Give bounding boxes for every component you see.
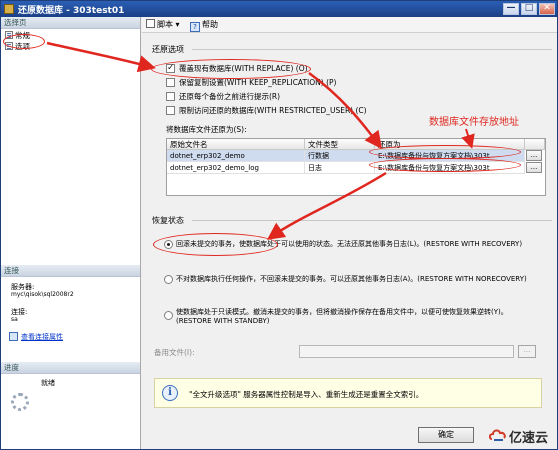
divider	[192, 220, 552, 221]
minimize-button[interactable]: —	[503, 3, 519, 15]
standby-file-label: 备用文件(I):	[154, 348, 195, 357]
chevron-down-icon: ▾	[175, 20, 180, 29]
row2-type[interactable]: 日志	[305, 162, 375, 174]
row1-browse-button[interactable]: ...	[526, 150, 542, 161]
standby-browse-button[interactable]: ...	[518, 345, 536, 358]
script-label: 脚本	[157, 20, 173, 29]
script-button[interactable]: 脚本 ▾	[146, 19, 180, 31]
standby-radio[interactable]	[164, 311, 173, 320]
option-label: 限制访问还原的数据库(WITH RESTRICTED_USER) (C)	[179, 106, 367, 115]
restricted-user-checkbox[interactable]	[166, 106, 175, 115]
info-text: "全文升级选项" 服务器属性控制是导入、重新生成还是重置全文索引。	[189, 390, 424, 399]
restore-database-window: 还原数据库 - 303test01 — □ ✕ 选择页 常规 选项 连接 服务器…	[0, 0, 558, 450]
view-connection-link-text: 查看连接属性	[21, 333, 63, 341]
col-file-type: 文件类型	[305, 139, 375, 150]
option-label: 保留复制设置(WITH KEEP_REPLICATION) (P)	[179, 78, 337, 87]
help-label: 帮助	[202, 20, 218, 29]
standby-file-input[interactable]	[299, 345, 514, 358]
prompt-checkbox[interactable]	[166, 92, 175, 101]
toolbar: 脚本 ▾ ? 帮助	[142, 17, 557, 33]
annotation-ellipse-path2	[369, 158, 521, 172]
left-pane: 选择页 常规 选项 连接 服务器: myc\qisok\sql2008r2 连接…	[1, 17, 141, 449]
option-restricted-user[interactable]: 限制访问还原的数据库(WITH RESTRICTED_USER) (C)	[166, 105, 367, 116]
maximize-button[interactable]: □	[521, 3, 537, 15]
annotation-ellipse-recovery	[153, 233, 278, 256]
divider	[192, 49, 552, 50]
watermark-text: 亿速云	[509, 431, 549, 446]
close-button[interactable]: ✕	[539, 3, 555, 15]
row1-type[interactable]: 行数据	[305, 150, 375, 162]
option-label: 还原每个备份之前进行提示(R)	[179, 92, 281, 101]
col-original-filename: 原始文件名	[167, 139, 305, 150]
restore-options-title: 还原选项	[152, 45, 184, 54]
window-title: 还原数据库 - 303test01	[18, 6, 125, 16]
database-icon	[4, 4, 14, 14]
row1-original[interactable]: dotnet_erp302_demo	[167, 150, 305, 162]
info-banner: i "全文升级选项" 服务器属性控制是导入、重新生成还是重置全文索引。	[154, 378, 542, 408]
standby-option-label-2: (RESTORE WITH STANDBY)	[176, 317, 270, 325]
annotation-ellipse-replace	[151, 59, 311, 79]
view-connection-properties-link[interactable]: 查看连接属性	[9, 332, 63, 342]
keep-replication-checkbox[interactable]	[166, 78, 175, 87]
option-prompt-before-restore[interactable]: 还原每个备份之前进行提示(R)	[166, 91, 280, 102]
progress-header: 进度	[1, 362, 140, 374]
annotation-ellipse-options	[3, 34, 45, 49]
progress-spinner-icon	[11, 393, 29, 411]
help-button[interactable]: ? 帮助	[190, 19, 218, 32]
norecovery-radio[interactable]	[164, 275, 173, 284]
annotation-ellipse-path1	[369, 145, 521, 159]
help-icon: ?	[190, 22, 200, 32]
watermark: 亿速云	[489, 425, 557, 447]
norecovery-option-label: 不对数据库执行任何操作，不回滚未提交的事务。可以还原其他事务日志(A)。(RES…	[176, 275, 527, 283]
server-value: myc\qisok\sql2008r2	[11, 291, 74, 298]
script-icon	[146, 19, 155, 28]
connection-header: 连接	[1, 265, 140, 277]
cloud-logo-icon	[489, 429, 506, 441]
ok-button[interactable]: 确定	[418, 427, 474, 443]
restore-as-label: 将数据库文件还原为(S):	[166, 125, 247, 134]
info-icon: i	[162, 385, 178, 401]
progress-status: 就绪	[41, 379, 55, 387]
col-browse	[525, 139, 545, 150]
properties-icon	[9, 332, 18, 341]
select-page-header: 选择页	[1, 17, 140, 29]
title-bar: 还原数据库 - 303test01 — □ ✕	[1, 1, 557, 17]
row2-browse-button[interactable]: ...	[526, 162, 542, 173]
row2-original[interactable]: dotnet_erp302_demo_log	[167, 162, 305, 174]
annotation-label: 数据库文件存放地址	[429, 117, 519, 128]
recovery-state-title: 恢复状态	[152, 216, 184, 225]
connection-value: sa	[11, 316, 18, 323]
